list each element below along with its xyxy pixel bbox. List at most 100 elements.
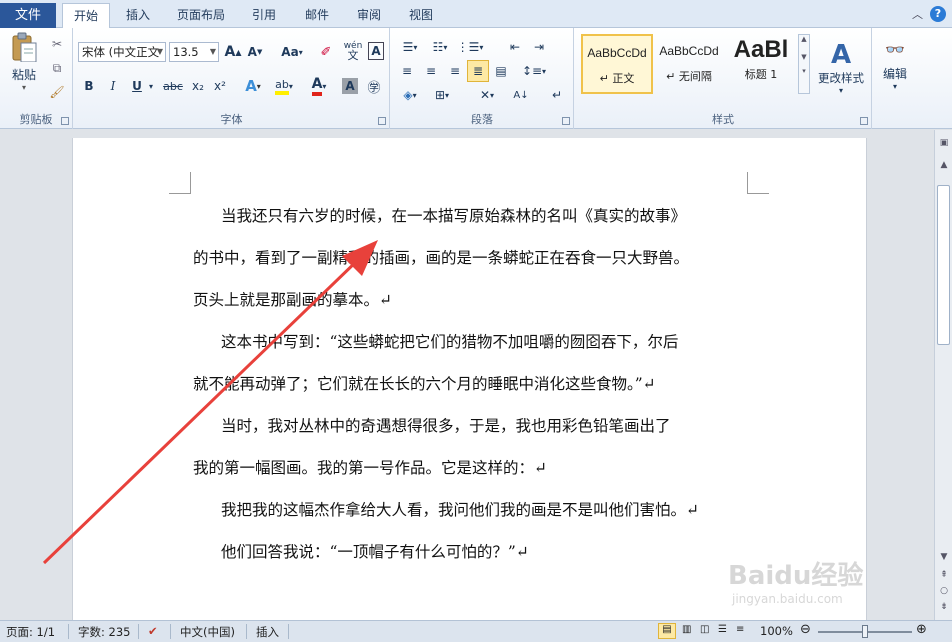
chevron-down-icon: ▾ bbox=[838, 85, 843, 95]
chevron-up-icon: ▲ bbox=[801, 35, 807, 43]
font-launcher-icon[interactable] bbox=[378, 117, 386, 125]
copy-button[interactable]: ⧉ bbox=[48, 60, 66, 76]
cut-button[interactable]: ✂ bbox=[48, 36, 66, 52]
tab-page-layout[interactable]: 页面布局 bbox=[170, 3, 232, 28]
zoom-slider-knob[interactable] bbox=[862, 625, 868, 638]
font-name-combo[interactable]: 宋体 (中文正文 ▼ bbox=[78, 42, 166, 62]
editing-button[interactable]: 👓 编辑 ▾ bbox=[879, 32, 911, 98]
group-editing: 👓 编辑 ▾ bbox=[873, 28, 917, 129]
tab-home[interactable]: 开始 bbox=[62, 3, 110, 29]
doc-line-8: 我把我的这幅杰作拿给大人看，我问他们我的画是不是叫他们害怕。↵ bbox=[221, 501, 699, 519]
sort-button[interactable]: A↓ bbox=[511, 86, 531, 104]
doc-line-7: 我的第一幅图画。我的第一号作品。它是这样的：↵ bbox=[193, 459, 547, 477]
style-normal[interactable]: AaBbCcDd ↵ 正文 bbox=[581, 34, 653, 94]
subscript-button[interactable]: x₂ bbox=[188, 76, 208, 96]
ruler-toggle-icon[interactable]: ▣ bbox=[937, 138, 951, 148]
tab-view[interactable]: 视图 bbox=[402, 3, 440, 28]
styles-scroll[interactable]: ▲ ▼ ▾ bbox=[798, 34, 810, 94]
tab-file[interactable]: 文件 bbox=[0, 3, 56, 28]
help-icon[interactable]: ? bbox=[930, 6, 946, 22]
show-marks-button[interactable]: ↵ bbox=[547, 86, 567, 104]
style-heading-1[interactable]: AaBl 标题 1 bbox=[725, 34, 797, 94]
borders-button[interactable]: ⊞ ▾ bbox=[429, 86, 455, 104]
full-screen-reading-icon[interactable]: ▥ bbox=[682, 624, 691, 635]
increase-indent-button[interactable]: ⇥ bbox=[529, 38, 549, 56]
align-center-button[interactable]: ≡ bbox=[421, 62, 441, 80]
text-effects-button[interactable]: A ▾ bbox=[240, 76, 266, 96]
bold-button[interactable]: B bbox=[80, 76, 98, 96]
justify-button[interactable]: ≣ bbox=[467, 60, 489, 82]
tab-mailings[interactable]: 邮件 bbox=[298, 3, 336, 28]
font-color-icon: A bbox=[311, 76, 323, 96]
grow-font-button[interactable]: A ▲ bbox=[224, 42, 242, 62]
ribbon-tab-bar: 文件 开始 插入 页面布局 引用 邮件 审阅 视图 ︿ ? bbox=[0, 0, 952, 29]
zoom-out-icon[interactable]: ⊖ bbox=[800, 622, 811, 637]
align-left-button[interactable]: ≡ bbox=[397, 62, 417, 80]
line-spacing-button[interactable]: ↕≡ ▾ bbox=[521, 62, 547, 80]
print-layout-icon[interactable]: ▤ bbox=[658, 623, 676, 639]
style-no-spacing-sample: AaBbCcDd bbox=[659, 44, 719, 58]
change-styles-button[interactable]: A 更改样式 ▾ bbox=[815, 32, 867, 102]
vertical-scrollbar[interactable]: ▣ ▲ ▼ ⇞ ○ ⇟ bbox=[934, 130, 952, 620]
align-right-button[interactable]: ≡ bbox=[445, 62, 465, 80]
chevron-down-icon: ▼ bbox=[801, 53, 807, 61]
scroll-thumb[interactable] bbox=[937, 185, 950, 345]
page-count[interactable]: 页面: 1/1 bbox=[6, 624, 55, 640]
margin-corner-right bbox=[747, 172, 769, 194]
shrink-font-button[interactable]: A ▼ bbox=[246, 42, 264, 62]
browse-object-icon[interactable]: ○ bbox=[937, 586, 951, 596]
change-case-button[interactable]: Aa ▾ bbox=[278, 42, 306, 62]
tab-references[interactable]: 引用 bbox=[245, 3, 283, 28]
phonetic-guide-button[interactable]: wén 文 bbox=[340, 40, 366, 62]
change-styles-icon: A bbox=[830, 39, 852, 70]
enclose-characters-button[interactable]: ㊫ bbox=[364, 76, 384, 96]
font-size-combo[interactable]: 13.5 ▼ bbox=[169, 42, 219, 62]
outline-view-icon[interactable]: ☰ bbox=[718, 624, 727, 635]
highlight-button[interactable]: ab ▾ bbox=[270, 76, 298, 96]
draft-view-icon[interactable]: ≡ bbox=[736, 624, 744, 635]
paste-button[interactable]: 粘贴 ▾ bbox=[6, 32, 42, 92]
language-indicator[interactable]: 中文(中国) bbox=[180, 624, 235, 640]
web-layout-icon[interactable]: ◫ bbox=[700, 624, 709, 635]
zoom-level[interactable]: 100% bbox=[760, 624, 793, 638]
scroll-up-icon[interactable]: ▲ bbox=[937, 160, 951, 170]
insert-mode-indicator[interactable]: 插入 bbox=[256, 624, 279, 640]
character-border-button[interactable]: A bbox=[368, 42, 384, 60]
italic-button[interactable]: I bbox=[104, 76, 122, 96]
underline-button[interactable]: U bbox=[128, 76, 146, 96]
tab-review[interactable]: 审阅 bbox=[350, 3, 388, 28]
style-no-spacing[interactable]: AaBbCcDd ↵ 无间隔 bbox=[653, 34, 725, 94]
numbering-button[interactable]: ☷ ▾ bbox=[427, 38, 453, 56]
distributed-button[interactable]: ▤ bbox=[491, 62, 511, 80]
zoom-in-icon[interactable]: ⊕ bbox=[916, 622, 927, 637]
clipboard-launcher-icon[interactable] bbox=[61, 117, 69, 125]
font-color-button[interactable]: A ▾ bbox=[306, 76, 332, 96]
chinese-layout-button[interactable]: ✕ ▾ bbox=[473, 86, 501, 104]
minimize-ribbon-icon[interactable]: ︿ bbox=[912, 6, 923, 22]
chevron-down-icon: ▾ bbox=[892, 81, 897, 91]
paragraph-mark-icon: ↵ bbox=[551, 88, 563, 102]
format-painter-button[interactable]: 🖌 bbox=[48, 84, 66, 100]
styles-launcher-icon[interactable] bbox=[860, 117, 868, 125]
eraser-icon: ✐ bbox=[320, 44, 332, 60]
clear-formatting-button[interactable]: ✐ bbox=[316, 42, 336, 62]
superscript-button[interactable]: x² bbox=[210, 76, 230, 96]
paragraph-launcher-icon[interactable] bbox=[562, 117, 570, 125]
character-shading-button[interactable]: A bbox=[342, 78, 358, 94]
scroll-down-icon[interactable]: ▼ bbox=[937, 552, 951, 562]
scissors-icon: ✂ bbox=[51, 37, 63, 51]
word-count[interactable]: 字数: 235 bbox=[78, 624, 130, 640]
tab-insert[interactable]: 插入 bbox=[118, 3, 158, 28]
bullets-button[interactable]: ☰ ▾ bbox=[397, 38, 423, 56]
underline-dropdown[interactable]: ▾ bbox=[146, 76, 156, 96]
document-page[interactable]: 当我还只有六岁的时候，在一本描写原始森林的名叫《真实的故事》 的书中，看到了一副… bbox=[72, 138, 867, 620]
doc-line-1: 当我还只有六岁的时候，在一本描写原始森林的名叫《真实的故事》 bbox=[221, 207, 687, 225]
sort-icon: A↓ bbox=[513, 89, 529, 101]
shading-button[interactable]: ◈ ▾ bbox=[397, 86, 423, 104]
proofing-icon[interactable]: ✔ bbox=[148, 624, 158, 638]
multilevel-list-button[interactable]: ⋮☰ ▾ bbox=[457, 38, 484, 56]
decrease-indent-button[interactable]: ⇤ bbox=[505, 38, 525, 56]
next-page-icon[interactable]: ⇟ bbox=[937, 602, 951, 612]
strikethrough-button[interactable]: abc bbox=[160, 76, 186, 96]
previous-page-icon[interactable]: ⇞ bbox=[937, 570, 951, 580]
